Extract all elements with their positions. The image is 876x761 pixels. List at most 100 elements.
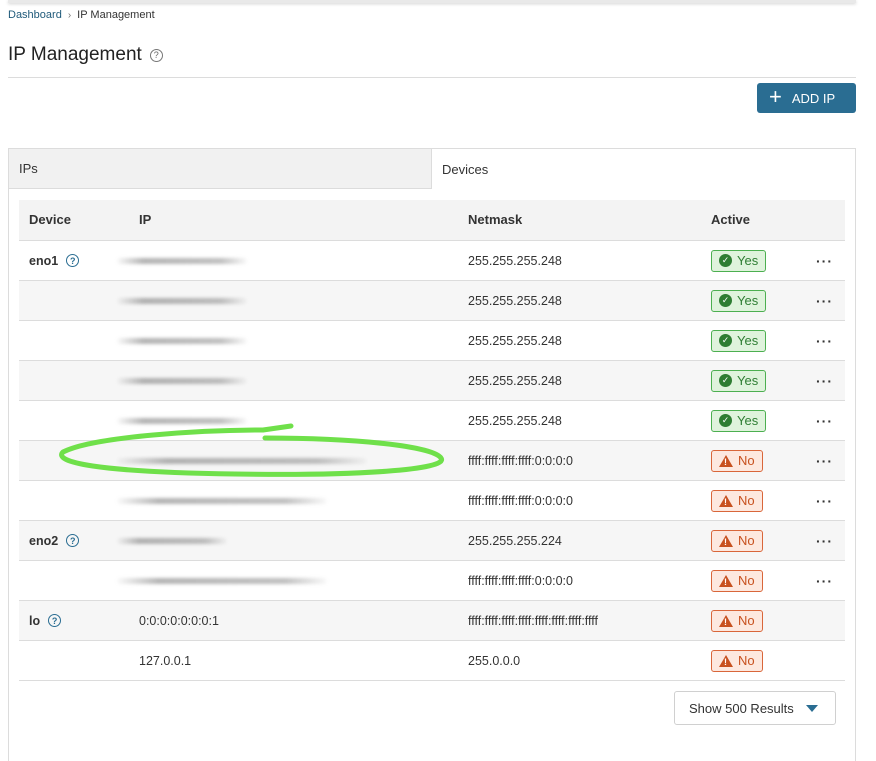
redacted-ip <box>117 377 247 384</box>
status-badge: ✓ Yes <box>711 369 767 392</box>
device-cell: eno1 ? <box>29 241 80 280</box>
status-text: No <box>738 613 755 628</box>
highlight-annotation <box>59 423 444 477</box>
status-badge: No <box>711 609 763 632</box>
tab-devices-label: Devices <box>442 161 489 177</box>
help-icon[interactable]: ? <box>149 48 163 62</box>
help-icon[interactable]: ? <box>66 534 80 547</box>
status-badge: No <box>711 649 763 672</box>
warning-icon <box>719 534 733 547</box>
warning-icon <box>719 454 733 467</box>
netmask-cell: 255.255.255.248 <box>468 333 562 348</box>
warning-icon <box>719 654 733 667</box>
add-ip-button[interactable]: + ADD IP <box>757 83 856 113</box>
redacted-ip <box>117 257 247 264</box>
netmask-cell: ffff:ffff:ffff:ffff:0:0:0:0 <box>468 573 573 588</box>
ip-cell <box>117 561 327 600</box>
active-cell: No <box>711 521 763 560</box>
status-text: No <box>738 493 755 508</box>
top-bar-edge <box>8 0 856 3</box>
check-circle-icon: ✓ <box>719 374 732 387</box>
check-circle-icon: ✓ <box>719 334 732 347</box>
active-cell: No <box>711 441 763 480</box>
ip-cell: 127.0.0.1 <box>139 653 192 668</box>
tab-devices[interactable]: Devices <box>432 149 855 189</box>
header-device[interactable]: Device <box>29 212 71 227</box>
redacted-ip <box>117 497 327 504</box>
caret-down-icon <box>805 704 818 712</box>
status-text: Yes <box>737 253 759 268</box>
breadcrumb-dashboard-link[interactable]: Dashboard <box>8 9 62 21</box>
row-menu-button[interactable]: ··· <box>816 441 833 480</box>
highlight-stroke <box>59 423 444 477</box>
active-cell: No <box>711 481 763 520</box>
active-cell: No <box>711 641 763 680</box>
device-cell: lo ? <box>29 601 62 640</box>
active-cell: ✓ Yes <box>711 361 767 400</box>
warning-icon <box>719 574 733 587</box>
device-name: eno2 <box>29 533 59 548</box>
table-row: eno1 ? 255.255.255.248 ✓ Yes ··· <box>19 241 845 281</box>
redacted-ip <box>117 537 227 544</box>
redacted-ip <box>117 297 247 304</box>
plus-icon: + <box>769 84 782 109</box>
check-circle-icon: ✓ <box>719 414 732 427</box>
ip-cell <box>117 481 327 520</box>
device-cell: eno2 ? <box>29 521 80 560</box>
active-cell: ✓ Yes <box>711 241 767 280</box>
table-row: 127.0.0.1 255.0.0.0 No <box>19 641 845 681</box>
table-row: 255.255.255.248 ✓ Yes ··· <box>19 321 845 361</box>
warning-icon <box>719 494 733 507</box>
netmask-cell: 255.0.0.0 <box>468 653 521 668</box>
breadcrumb: Dashboard › IP Management <box>8 9 155 21</box>
active-cell: ✓ Yes <box>711 321 767 360</box>
status-text: No <box>738 533 755 548</box>
chevron-right-icon: › <box>67 9 72 21</box>
help-icon[interactable]: ? <box>66 254 80 267</box>
tab-ips[interactable]: IPs <box>9 149 432 189</box>
ip-cell <box>117 241 247 280</box>
breadcrumb-current: IP Management <box>77 9 155 21</box>
help-icon[interactable]: ? <box>48 614 62 627</box>
row-menu-button[interactable]: ··· <box>816 361 833 400</box>
header-netmask[interactable]: Netmask <box>468 212 522 227</box>
ip-cell <box>117 281 247 320</box>
ip-cell <box>117 321 247 360</box>
status-text: Yes <box>737 413 759 428</box>
row-menu-button[interactable]: ··· <box>816 521 833 560</box>
title-divider <box>8 77 856 78</box>
status-badge: ✓ Yes <box>711 289 767 312</box>
results-per-page-select[interactable]: Show 500 Results <box>674 691 836 725</box>
row-menu-button[interactable]: ··· <box>816 401 833 440</box>
status-badge: No <box>711 569 763 592</box>
row-menu-button[interactable]: ··· <box>816 321 833 360</box>
table-header: Device IP Netmask Active <box>19 200 845 241</box>
status-text: No <box>738 573 755 588</box>
netmask-cell: 255.255.255.248 <box>468 373 562 388</box>
row-menu-button[interactable]: ··· <box>816 281 833 320</box>
netmask-cell: ffff:ffff:ffff:ffff:0:0:0:0 <box>468 493 573 508</box>
table-row: 255.255.255.248 ✓ Yes ··· <box>19 361 845 401</box>
row-menu-button[interactable]: ··· <box>816 241 833 280</box>
status-badge: ✓ Yes <box>711 249 767 272</box>
active-cell: No <box>711 601 763 640</box>
status-badge: No <box>711 489 763 512</box>
status-text: Yes <box>737 293 759 308</box>
add-ip-label: ADD IP <box>791 90 836 106</box>
netmask-cell: 255.255.255.224 <box>468 533 562 548</box>
row-menu-button[interactable]: ··· <box>816 561 833 600</box>
header-ip[interactable]: IP <box>139 212 151 227</box>
header-active[interactable]: Active <box>711 212 750 227</box>
status-badge: No <box>711 449 763 472</box>
ip-cell <box>117 521 227 560</box>
row-menu-button[interactable]: ··· <box>816 481 833 520</box>
tab-bar: IPs Devices <box>9 149 855 189</box>
netmask-cell: ffff:ffff:ffff:ffff:ffff:ffff:ffff:ffff <box>468 613 599 628</box>
status-text: No <box>738 453 755 468</box>
tab-ips-label: IPs <box>19 161 38 176</box>
check-circle-icon: ✓ <box>719 254 732 267</box>
active-cell: No <box>711 561 763 600</box>
warning-icon <box>719 614 733 627</box>
netmask-cell: 255.255.255.248 <box>468 253 562 268</box>
results-label: Show 500 Results <box>689 700 794 716</box>
